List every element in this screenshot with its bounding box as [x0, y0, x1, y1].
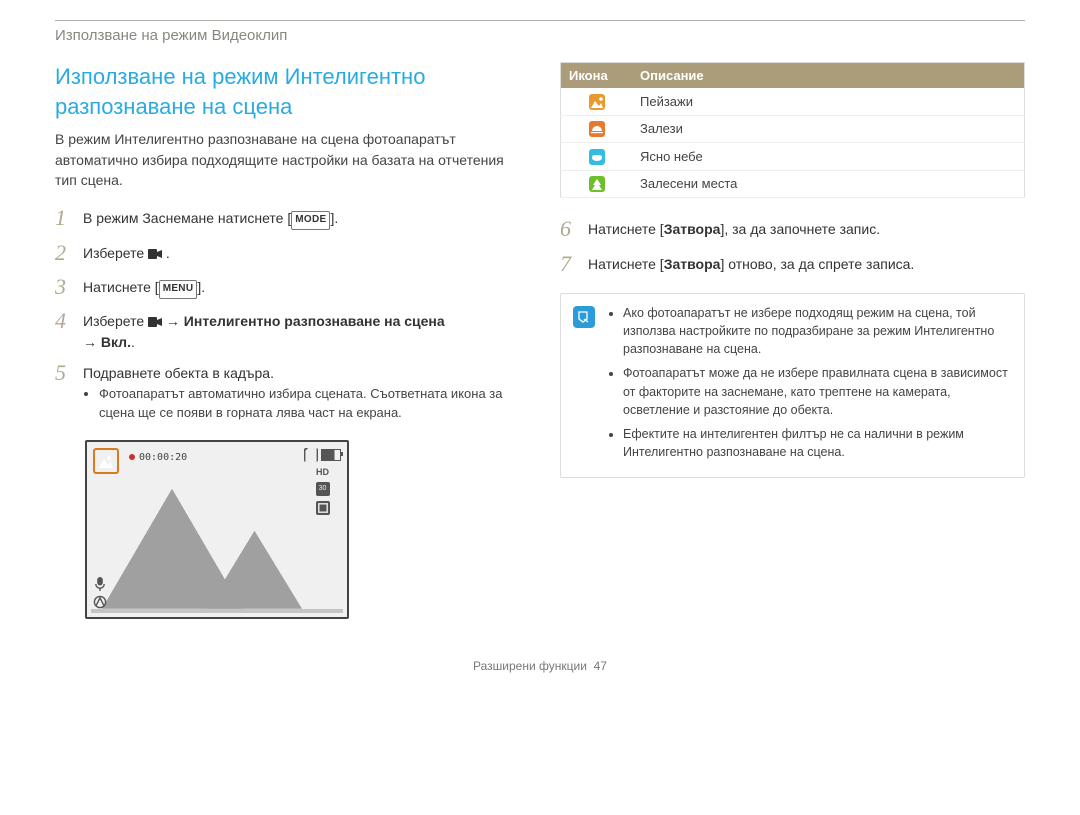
info-list-item: Фотоапаратът може да не избере правилнат… [623, 364, 1012, 418]
step-6: 6 Натиснете [Затвора], за да започнете з… [560, 216, 1025, 242]
landscape-icon [589, 94, 605, 110]
info-list-item: Ако фотоапаратът не избере подходящ режи… [623, 304, 1012, 358]
intro-paragraph: В режим Интелигентно разпознаване на сце… [55, 129, 520, 190]
footer: Разширени функции 47 [55, 659, 1025, 673]
step-1: 1 В режим Заснемане натиснете [MODE]. [55, 205, 520, 231]
step-number: 7 [560, 251, 588, 277]
info-list-item: Ефектите на интелигентен филтър не са на… [623, 425, 1012, 461]
step-number: 1 [55, 205, 83, 231]
step-body: Изберете . [83, 240, 170, 266]
video-mode-icon [148, 312, 162, 322]
recording-time: 00:00:20 [139, 452, 187, 463]
table-header-icon: Икона [561, 63, 633, 89]
card-icon [304, 448, 318, 462]
hd-label: HD [316, 467, 329, 477]
table-row: Ясно небе [561, 143, 1025, 171]
mode-button-label: MODE [291, 211, 330, 230]
stabilization-icon [93, 595, 107, 609]
table-row: Залези [561, 115, 1025, 143]
table-cell: Залези [632, 115, 1025, 143]
step-body: Подравнете обекта в кадъра. Фотоапаратът… [83, 360, 520, 432]
table-cell: Ясно небе [632, 143, 1025, 171]
scene-landscape-icon [93, 448, 119, 474]
sky-icon [589, 149, 605, 165]
step-number: 6 [560, 216, 588, 242]
table-cell: Залесени места [632, 170, 1025, 198]
step-number: 3 [55, 274, 83, 300]
ground-line [91, 609, 343, 613]
mic-icon [93, 577, 107, 591]
right-column: Икона Описание Пейзажи Залези [560, 62, 1025, 619]
content-columns: Използване на режим Интелигентно разпозн… [55, 62, 1025, 619]
table-row: Пейзажи [561, 88, 1025, 115]
step-3: 3 Натиснете [MENU]. [55, 274, 520, 300]
note-icon [573, 306, 595, 328]
lcd-left-icons [93, 577, 107, 609]
step-body: Изберете → Интелигентно разпознаване на … [83, 308, 445, 352]
step-body: Натиснете [MENU]. [83, 274, 205, 300]
step-4: 4 Изберете → Интелигентно разпознаване н… [55, 308, 520, 352]
step-7: 7 Натиснете [Затвора] отново, за да спре… [560, 251, 1025, 277]
sunset-icon [589, 121, 605, 137]
scene-icon-table: Икона Описание Пейзажи Залези [560, 62, 1025, 198]
section-title: Използване на режим Интелигентно разпозн… [55, 62, 520, 121]
breadcrumb-text: Използване на режим Видеоклип [55, 27, 287, 44]
step-number: 4 [55, 308, 83, 352]
step-body: Натиснете [Затвора] отново, за да спрете… [588, 251, 914, 277]
step-body: В режим Заснемане натиснете [MODE]. [83, 205, 338, 231]
table-row: Залесени места [561, 170, 1025, 198]
fps-icon: 30 [316, 482, 330, 496]
step-number: 2 [55, 240, 83, 266]
battery-icon [321, 449, 341, 461]
lcd-right-icons: HD 30 [304, 448, 341, 515]
video-mode-icon [148, 244, 162, 254]
record-dot-icon [129, 454, 135, 460]
is-icon [316, 501, 330, 515]
lcd-preview: 00:00:20 HD 30 [85, 440, 349, 619]
menu-button-label: MENU [159, 280, 198, 299]
info-note-box: Ако фотоапаратът не избере подходящ режи… [560, 293, 1025, 478]
info-list: Ако фотоапаратът не избере подходящ режи… [607, 304, 1012, 467]
left-column: Използване на режим Интелигентно разпозн… [55, 62, 520, 619]
step-5: 5 Подравнете обекта в кадъра. Фотоапарат… [55, 360, 520, 432]
table-cell: Пейзажи [632, 88, 1025, 115]
table-header-desc: Описание [632, 63, 1025, 89]
step-5-sub-bullet: Фотоапаратът автоматично избира сцената.… [99, 385, 520, 421]
step-2: 2 Изберете . [55, 240, 520, 266]
steps-list-left: 1 В режим Заснемане натиснете [MODE]. 2 … [55, 205, 520, 431]
page-number: 47 [594, 659, 607, 673]
step-number: 5 [55, 360, 83, 432]
footer-label: Разширени функции [473, 659, 587, 673]
forest-icon [589, 176, 605, 192]
steps-list-right: 6 Натиснете [Затвора], за да започнете з… [560, 216, 1025, 277]
breadcrumb: Използване на режим Видеоклип [55, 20, 1025, 62]
recording-indicator: 00:00:20 [129, 452, 187, 463]
step-body: Натиснете [Затвора], за да започнете зап… [588, 216, 880, 242]
